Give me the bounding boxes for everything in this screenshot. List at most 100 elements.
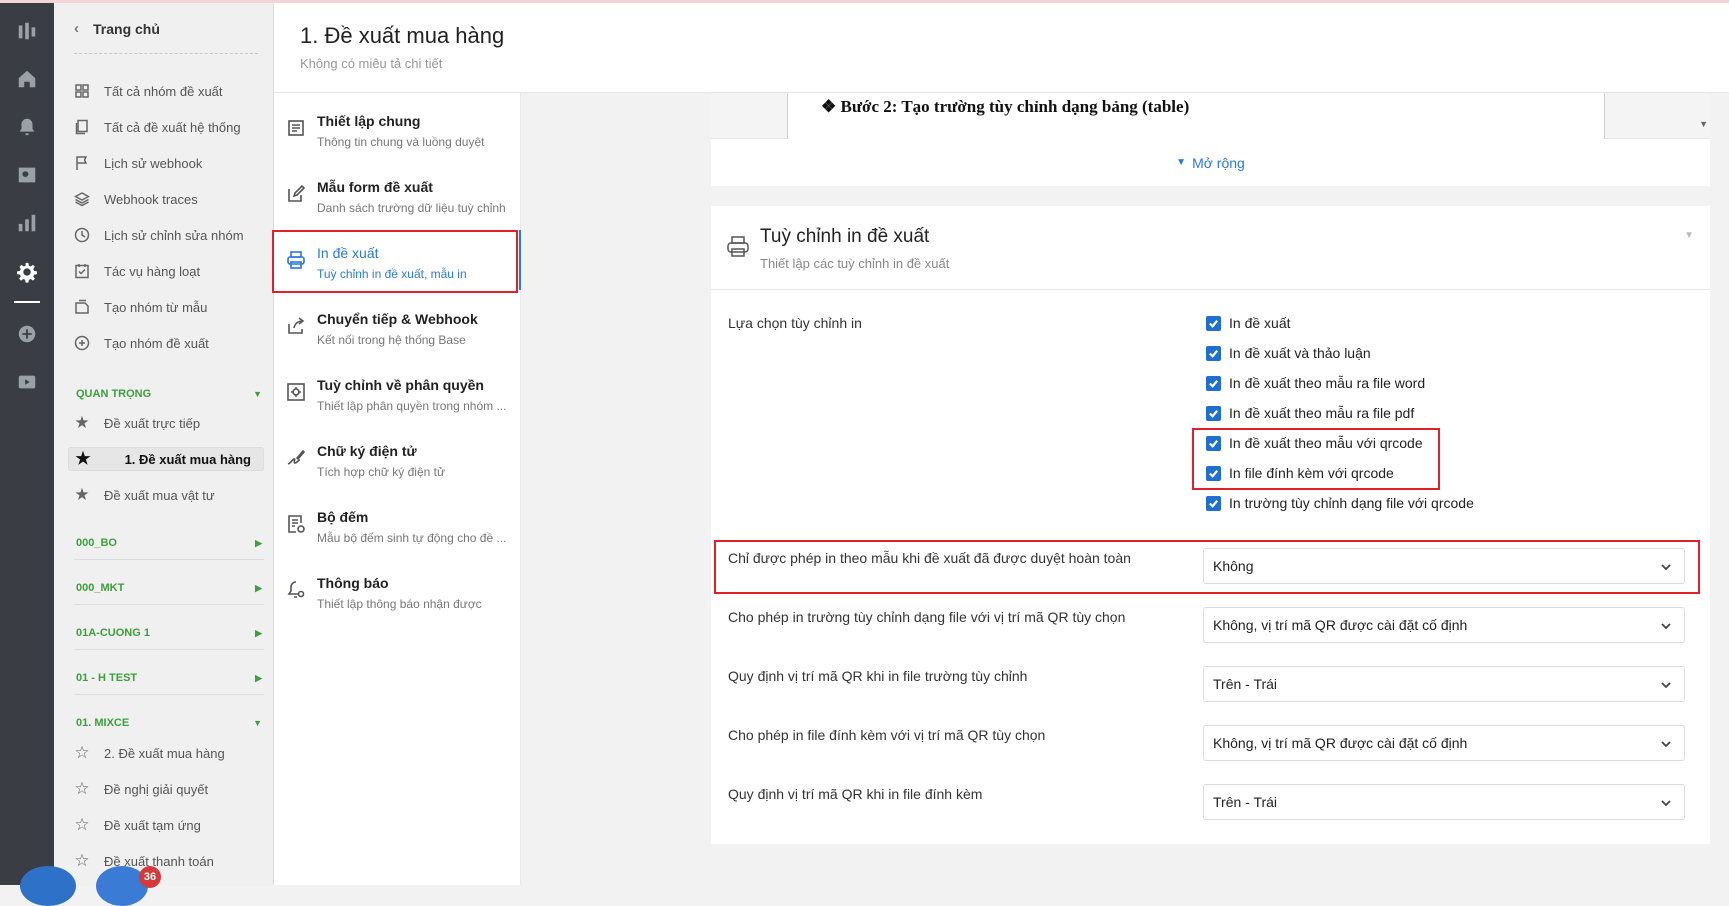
highlight-box <box>1192 428 1440 490</box>
checkbox-print-request[interactable]: In đề xuất <box>1206 315 1291 331</box>
rule-select-attachment-qr[interactable]: Không, vị trí mã QR được cài đặt cố định <box>1203 725 1685 761</box>
chevron-down-icon <box>1660 678 1672 690</box>
sidebar-item-all-requests[interactable]: Tất cả đề xuất hệ thống <box>74 115 241 139</box>
checkbox-label: In đề xuất <box>1229 315 1291 331</box>
menu-item-desc: Thông tin chung và luồng duyệt <box>317 135 485 149</box>
star-icon: ★ <box>74 413 90 432</box>
sidebar-item-create-group[interactable]: Tạo nhóm đề xuất <box>74 331 209 355</box>
select-value: Trên - Trái <box>1213 794 1278 810</box>
group-header-000-bo[interactable]: 000_BO ▶ <box>76 537 262 549</box>
chat-bubble[interactable] <box>20 866 76 906</box>
collapse-icon[interactable]: ▼ <box>1684 230 1694 241</box>
grid-icon <box>74 83 90 99</box>
divider <box>74 559 264 560</box>
bell-icon[interactable] <box>13 113 41 141</box>
logo-icon[interactable] <box>13 17 41 45</box>
plus-circle-icon[interactable] <box>13 320 41 348</box>
scroll-down-icon[interactable]: ▼ <box>1699 119 1708 129</box>
search-icon[interactable] <box>13 161 41 189</box>
printer-icon <box>725 234 751 260</box>
menu-item-e-signature[interactable]: Chữ ký điện tử Tích hợp chữ ký điện tử <box>274 428 521 488</box>
sidebar-item-webhook-traces[interactable]: Webhook traces <box>74 187 198 211</box>
list-item-label: Đề xuất trực tiếp <box>104 415 201 431</box>
settings-menu: Thiết lập chung Thông tin chung và luồng… <box>274 93 522 885</box>
sidebar-item-all-groups[interactable]: Tất cả nhóm đề xuất <box>74 79 223 103</box>
rule-label: Quy định vị trí mã QR khi in file đính k… <box>728 786 983 802</box>
group-name: QUAN TRỌNG <box>76 388 152 400</box>
checklist-icon <box>74 263 90 279</box>
video-icon[interactable] <box>13 368 41 396</box>
list-item[interactable]: ☆ Đề xuất tạm ứng <box>74 813 200 837</box>
menu-item-forward-webhook[interactable]: Chuyển tiếp & Webhook Kết nối trong hệ t… <box>274 296 521 356</box>
group-name: 01. MIXCE <box>76 717 130 729</box>
chevron-down-icon <box>1660 619 1672 631</box>
group-header-01a-cuong-1[interactable]: 01A-CUONG 1 ▶ <box>76 627 262 639</box>
rule-select-custom-field-qr[interactable]: Không, vị trí mã QR được cài đặt cố định <box>1203 607 1685 643</box>
divider <box>74 649 264 650</box>
checkbox-checked-icon <box>1206 495 1221 511</box>
group-header-quan-trong[interactable]: QUAN TRỌNG ▼ <box>76 388 262 400</box>
list-item-selected[interactable]: ★ 1. Đề xuất mua hàng <box>68 447 264 471</box>
select-value: Không, vị trí mã QR được cài đặt cố định <box>1213 617 1468 633</box>
expand-button[interactable]: ▼ Mở rộng <box>711 139 1710 186</box>
checkbox-print-pdf[interactable]: In đề xuất theo mẫu ra file pdf <box>1206 405 1414 421</box>
signature-icon <box>286 448 306 468</box>
sidebar-item-label: Tác vụ hàng loạt <box>104 263 201 279</box>
menu-item-general[interactable]: Thiết lập chung Thông tin chung và luồng… <box>274 98 521 158</box>
rule-label: Quy định vị trí mã QR khi in file trường… <box>728 668 1028 684</box>
checkbox-checked-icon <box>1206 405 1221 421</box>
document-preview: ❖ Bước 2: Tạo trường tùy chỉnh dạng bảng… <box>711 93 1710 139</box>
menu-item-desc: Tích hợp chữ ký điện tử <box>317 465 445 479</box>
rule-select-attachment-qr-position[interactable]: Trên - Trái <box>1203 784 1685 820</box>
expand-label: Mở rộng <box>1192 154 1245 171</box>
card-title: Tuỳ chỉnh in đề xuất <box>760 226 930 247</box>
menu-item-form-template[interactable]: Mẫu form đề xuất Danh sách trường dữ liệ… <box>274 164 521 224</box>
group-header-000-mkt[interactable]: 000_MKT ▶ <box>76 582 262 594</box>
chevron-down-icon <box>1660 737 1672 749</box>
home-icon[interactable] <box>13 65 41 93</box>
sidebar-item-group-edit-history[interactable]: Lịch sử chỉnh sửa nhóm <box>74 223 244 247</box>
sidebar-item-webhook-history[interactable]: Lịch sử webhook <box>74 151 202 175</box>
highlight-box <box>714 540 1700 594</box>
group-name: 01 - H TEST <box>76 672 138 684</box>
checkbox-print-with-discussion[interactable]: In đề xuất và thảo luận <box>1206 345 1371 361</box>
checkbox-checked-icon <box>1206 375 1221 391</box>
settings-box-icon <box>286 382 306 402</box>
checkbox-print-word[interactable]: In đề xuất theo mẫu ra file word <box>1206 375 1425 391</box>
options-label: Lựa chọn tùy chỉnh in <box>728 315 862 331</box>
caret-right-icon: ▶ <box>255 582 262 593</box>
checkbox-label: In đề xuất và thảo luận <box>1229 345 1371 361</box>
menu-item-desc: Mẫu bộ đếm sinh tự động cho đề ... <box>317 531 507 545</box>
menu-item-permissions[interactable]: Tuỳ chỉnh về phân quyền Thiết lập phân q… <box>274 362 521 422</box>
sidebar-item-label: Lịch sử webhook <box>104 155 203 171</box>
group-header-01-mixce[interactable]: 01. MIXCE ▼ <box>76 717 262 729</box>
list-item[interactable]: ★ Đề xuất mua vật tư <box>74 483 214 507</box>
gear-icon[interactable] <box>13 258 41 286</box>
card-header[interactable]: Tuỳ chỉnh in đề xuất Thiết lập các tuỳ c… <box>711 206 1710 290</box>
menu-item-notifications[interactable]: Thông báo Thiết lập thông báo nhận được <box>274 560 521 620</box>
menu-item-desc: Thiết lập phân quyền trong nhóm ... <box>317 399 507 413</box>
chart-icon[interactable] <box>13 209 41 237</box>
group-header-01-h-test[interactable]: 01 - H TEST ▶ <box>76 672 262 684</box>
home-label: Trang chủ <box>93 20 160 37</box>
caret-right-icon: ▶ <box>255 672 262 683</box>
home-link[interactable]: ‹ Trang chủ <box>74 20 160 37</box>
sidebar-item-label: Tạo nhóm đề xuất <box>104 335 209 351</box>
checkbox-print-custom-field-qrcode[interactable]: In trường tùy chỉnh dạng file với qrcode <box>1206 495 1474 511</box>
select-value: Trên - Trái <box>1213 676 1278 692</box>
divider <box>74 604 264 605</box>
page-header: 1. Đề xuất mua hàng Không có miêu tả chi… <box>274 3 1729 93</box>
caret-down-icon: ▼ <box>253 389 262 399</box>
menu-item-counter[interactable]: Bộ đếm Mẫu bộ đếm sinh tự động cho đề ..… <box>274 494 521 554</box>
menu-item-title: Chuyển tiếp & Webhook <box>317 311 478 327</box>
star-icon: ★ <box>75 449 91 468</box>
sidebar-item-create-from-template[interactable]: Tạo nhóm từ mẫu <box>74 295 207 319</box>
divider <box>74 53 258 54</box>
group-name: 000_MKT <box>76 582 125 594</box>
rule-select-custom-field-qr-position[interactable]: Trên - Trái <box>1203 666 1685 702</box>
list-item[interactable]: ★ Đề xuất trực tiếp <box>74 411 200 435</box>
list-item[interactable]: ☆ 2. Đề xuất mua hàng <box>74 741 224 765</box>
list-item[interactable]: ☆ Đề nghị giải quyết <box>74 777 208 801</box>
bell-gear-icon <box>286 580 306 600</box>
sidebar-item-bulk-tasks[interactable]: Tác vụ hàng loạt <box>74 259 200 283</box>
